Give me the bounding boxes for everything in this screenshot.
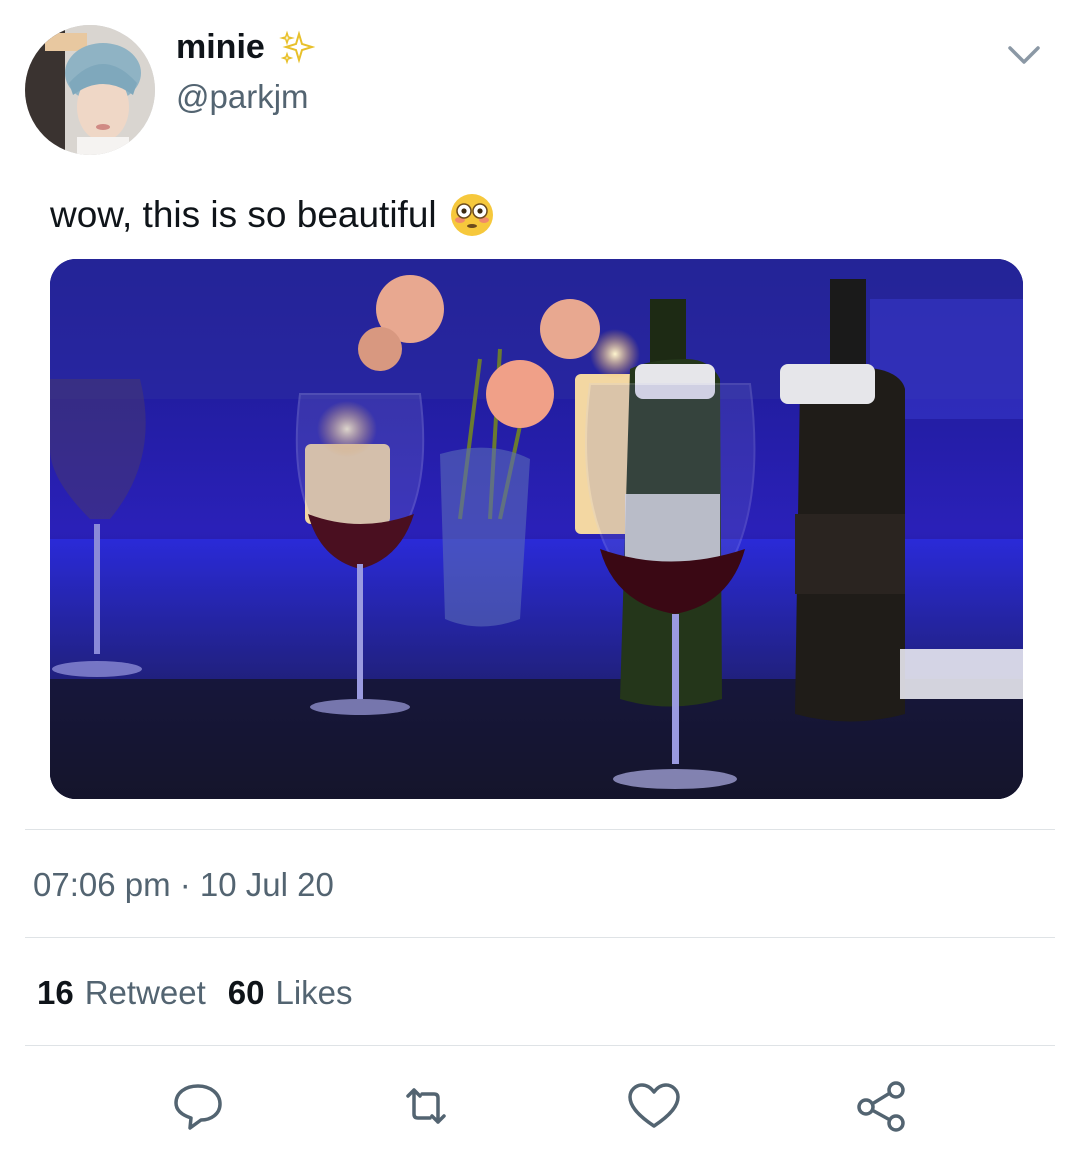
reply-button[interactable] [168, 1078, 228, 1134]
sparkles-icon [278, 30, 315, 64]
tweet-text: wow, this is so beautiful [50, 192, 495, 238]
user-handle[interactable]: @parkjm [176, 78, 309, 116]
tweet-media[interactable] [50, 259, 1023, 799]
retweet-count[interactable]: 16 [37, 974, 74, 1012]
tweet-timestamp[interactable]: 07:06 pm · 10 Jul 20 [33, 866, 334, 904]
share-icon [857, 1081, 905, 1132]
flushed-face-icon [450, 194, 493, 236]
more-options-button[interactable] [1004, 38, 1044, 74]
display-name-row[interactable]: minie [176, 28, 315, 67]
tweet-photo [50, 259, 1023, 799]
divider-top [25, 829, 1055, 830]
heart-icon [628, 1083, 680, 1128]
display-name[interactable]: minie [176, 28, 265, 67]
divider-middle [25, 937, 1055, 938]
retweet-label[interactable]: Retweet [85, 974, 206, 1012]
like-count[interactable]: 60 [228, 974, 265, 1012]
retweet-icon [406, 1088, 446, 1124]
avatar[interactable] [25, 25, 155, 155]
retweet-button[interactable] [396, 1078, 456, 1134]
like-label[interactable]: Likes [276, 974, 353, 1012]
chevron-down-icon [1008, 46, 1040, 64]
divider-bottom [25, 1045, 1055, 1046]
share-button[interactable] [852, 1078, 912, 1134]
like-button[interactable] [624, 1078, 684, 1134]
reply-icon [174, 1084, 222, 1130]
avatar-image [25, 25, 155, 155]
tweet-stats: 16 Retweet 60 Likes [37, 974, 353, 1012]
tweet-text-body: wow, this is so beautiful [50, 194, 437, 235]
